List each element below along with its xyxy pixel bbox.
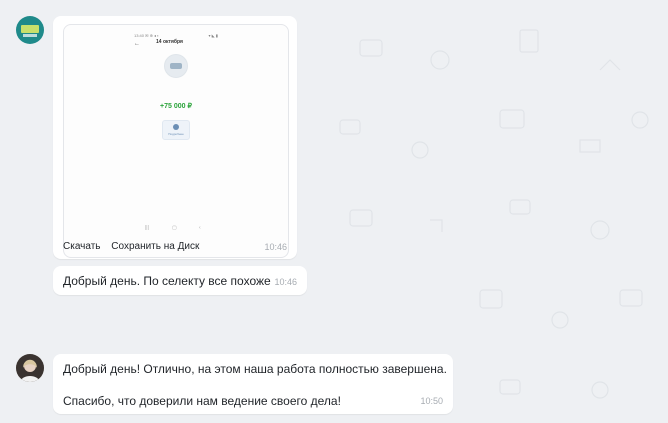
transfer-icon — [164, 54, 188, 78]
avatar-photo-icon — [16, 354, 44, 382]
message-time: 10:46 — [264, 242, 287, 252]
text-message[interactable]: Добрый день. По селекту все похоже 10:46 — [53, 266, 307, 295]
download-link[interactable]: Скачать — [63, 241, 101, 252]
avatar-logo-icon — [21, 25, 39, 37]
nav-menu-icon: ||| — [145, 225, 149, 231]
status-bar-right: ▾ ◣ ▮ — [208, 33, 218, 38]
text-message[interactable]: Добрый день! Отлично, на этом наша работ… — [53, 354, 453, 414]
message-text-line: Спасибо, что доверили нам ведение своего… — [63, 394, 341, 408]
status-bar-left: 13:40 ✉ ⊕ ◂ ▪ — [134, 33, 159, 38]
details-button-label: Подробнее — [168, 132, 184, 136]
message-text: Добрый день. По селекту все похоже — [63, 274, 271, 288]
save-to-disk-link[interactable]: Сохранить на Диск — [111, 241, 199, 252]
transfer-amount: +75 000 ₽ — [160, 103, 192, 110]
payment-screenshot[interactable]: 13:40 ✉ ⊕ ◂ ▪ ▾ ◣ ▮ ← 14 октября +75 000… — [63, 24, 289, 258]
sender-avatar[interactable] — [16, 354, 44, 382]
details-button: Подробнее — [162, 120, 190, 140]
sender-avatar[interactable] — [16, 16, 44, 44]
nav-home-icon: ▢ — [172, 225, 177, 231]
screenshot-date: 14 октября — [156, 39, 183, 45]
message-text-line: Добрый день! Отлично, на этом наша работ… — [63, 362, 447, 376]
message-time: 10:46 — [274, 277, 297, 287]
back-arrow-icon: ← — [134, 41, 140, 47]
message-time: 10:50 — [420, 396, 443, 406]
image-message[interactable]: 13:40 ✉ ⊕ ◂ ▪ ▾ ◣ ▮ ← 14 октября +75 000… — [53, 16, 297, 259]
nav-back-icon: ‹ — [199, 225, 201, 231]
